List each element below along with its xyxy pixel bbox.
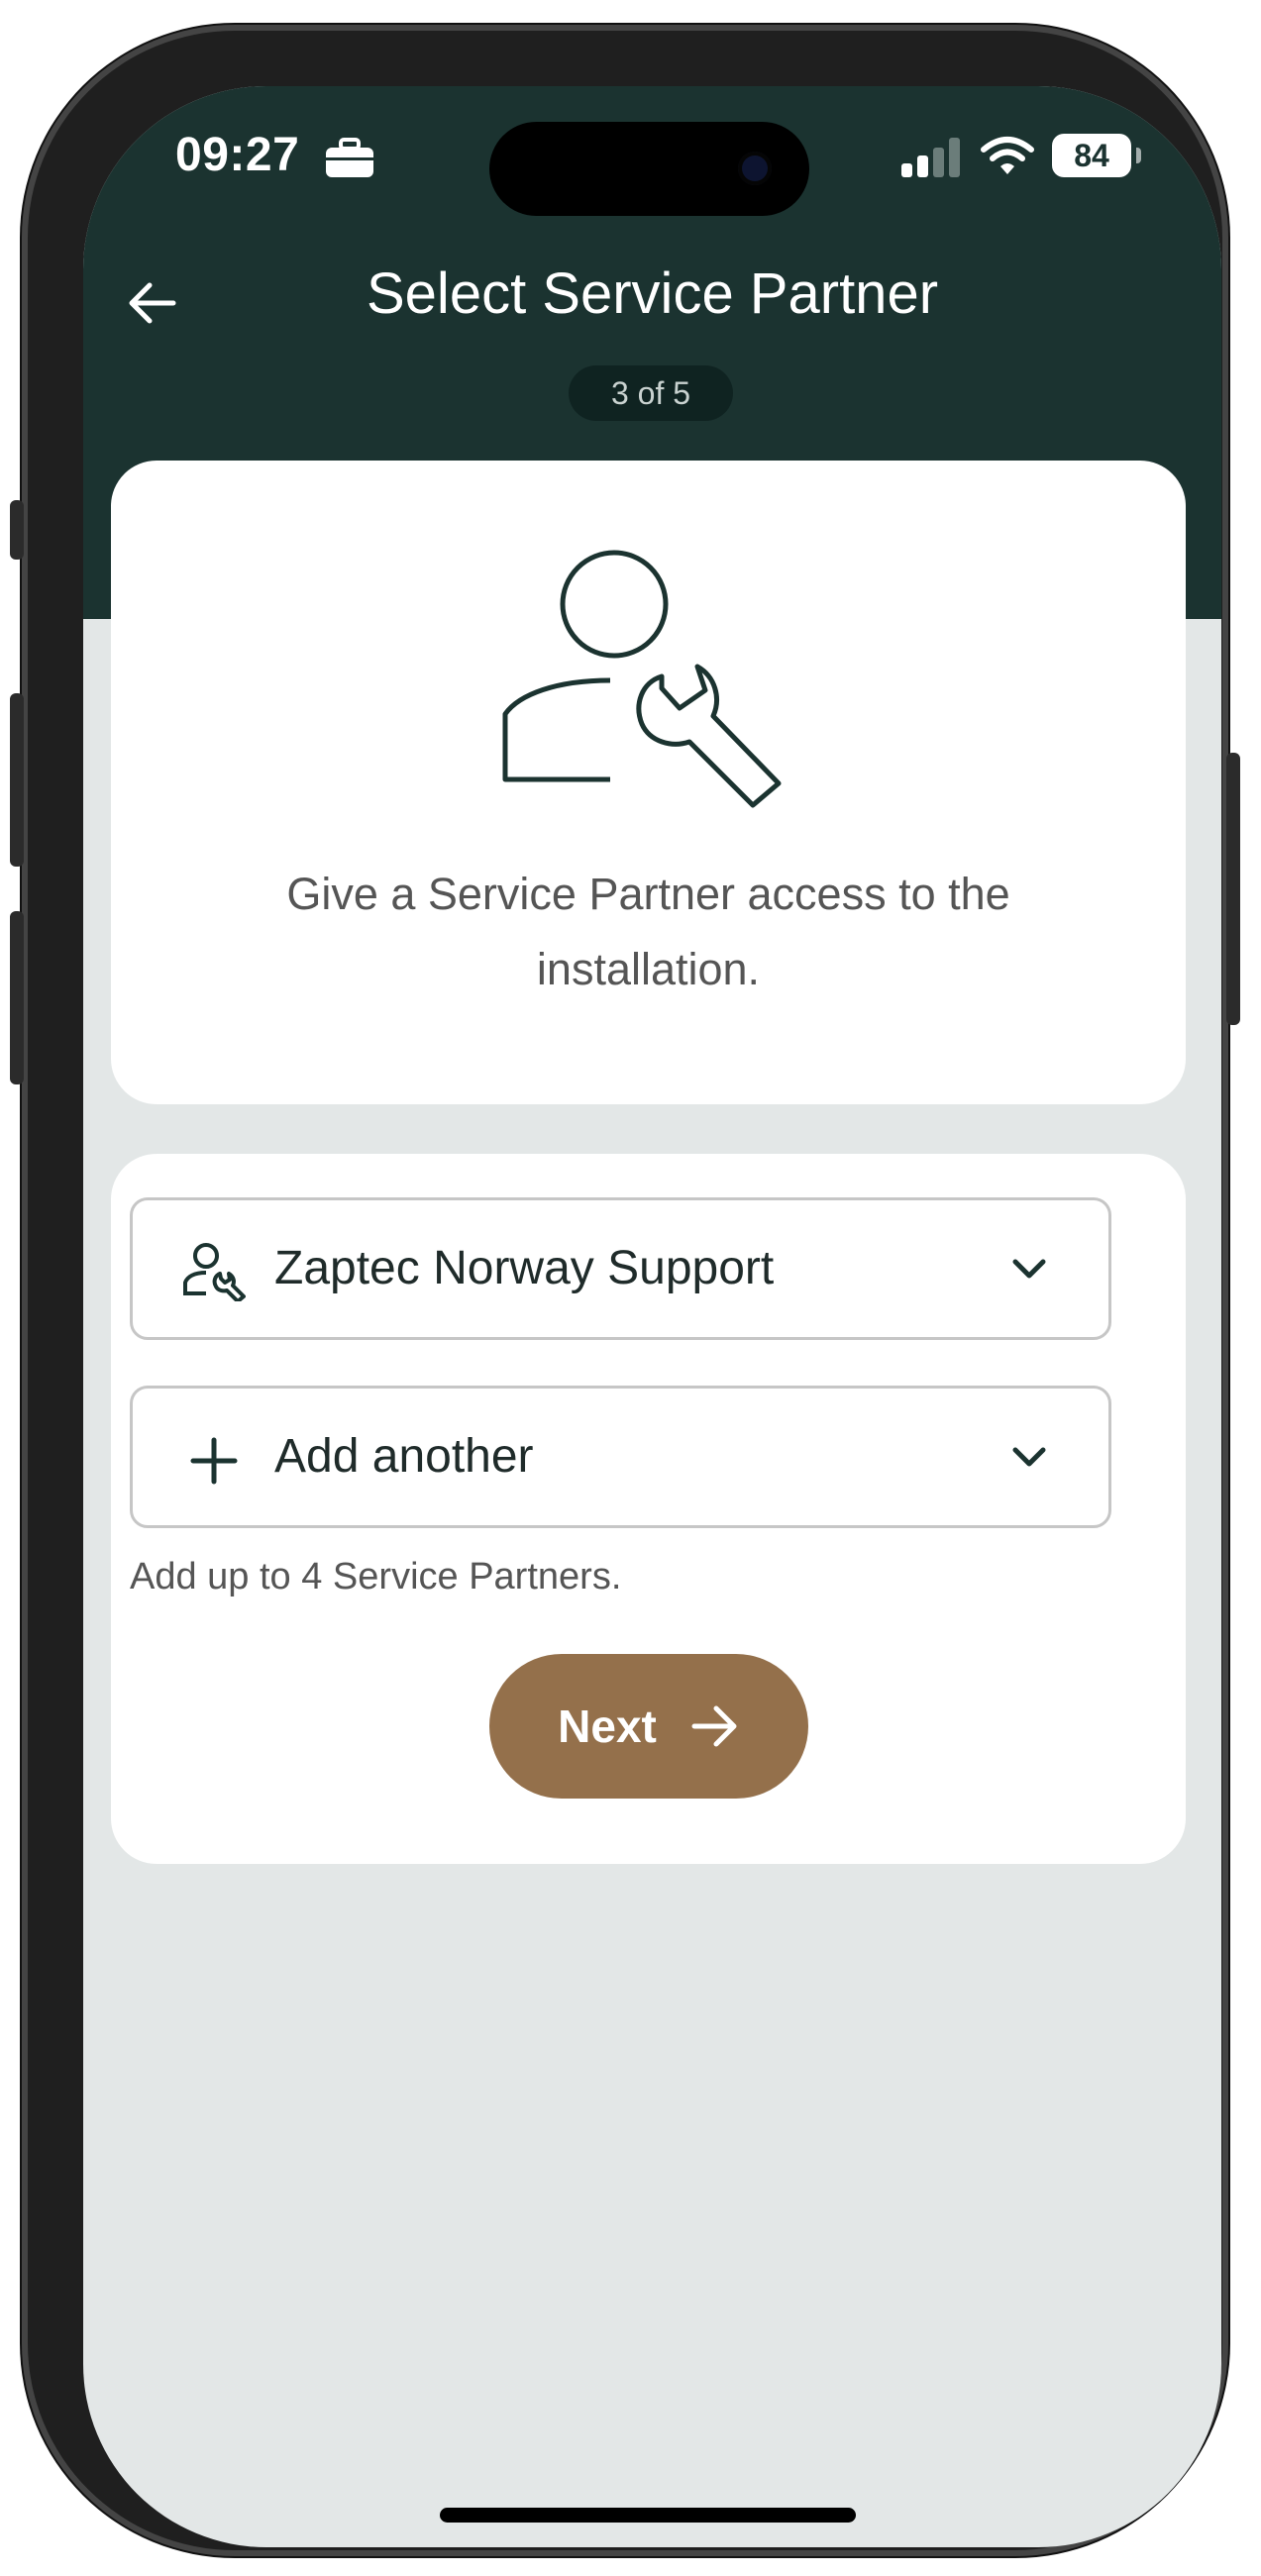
add-another-label: Add another <box>274 1430 534 1483</box>
screen: 09:27 84 Select Service Partner 3 of 5 G… <box>83 86 1221 2547</box>
camera <box>738 152 772 185</box>
person-wrench-icon <box>183 1243 246 1301</box>
volume-up-button <box>10 693 24 867</box>
partner-limit-hint: Add up to 4 Service Partners. <box>130 1556 622 1597</box>
person-wrench-icon <box>502 550 782 808</box>
step-badge: 3 of 5 <box>569 365 733 421</box>
add-another-select[interactable]: Add another <box>130 1386 1111 1528</box>
plus-icon <box>190 1437 238 1485</box>
next-button-label: Next <box>558 1700 657 1752</box>
power-button <box>1226 753 1240 1025</box>
selected-partner-label: Zaptec Norway Support <box>274 1242 775 1294</box>
briefcase-icon <box>326 138 373 177</box>
arrow-right-icon <box>691 1705 737 1747</box>
dynamic-island <box>489 122 809 216</box>
chevron-down-icon <box>1012 1447 1046 1467</box>
wifi-icon <box>981 137 1034 174</box>
phone-frame: 09:27 84 Select Service Partner 3 of 5 G… <box>10 25 1240 2556</box>
chevron-down-icon <box>1012 1259 1046 1279</box>
signal-icon <box>901 138 960 177</box>
service-partner-select[interactable]: Zaptec Norway Support <box>130 1197 1111 1340</box>
next-button[interactable]: Next <box>489 1654 808 1799</box>
home-indicator[interactable] <box>440 2508 856 2523</box>
action-button <box>10 500 24 560</box>
intro-text: Give a Service Partner access to the ins… <box>286 869 1010 994</box>
status-time: 09:27 <box>175 129 300 181</box>
volume-down-button <box>10 911 24 1084</box>
intro-card: Give a Service Partner access to the ins… <box>111 461 1186 1104</box>
page-title: Select Service Partner <box>366 261 939 326</box>
battery-icon: 84 <box>1052 134 1141 177</box>
